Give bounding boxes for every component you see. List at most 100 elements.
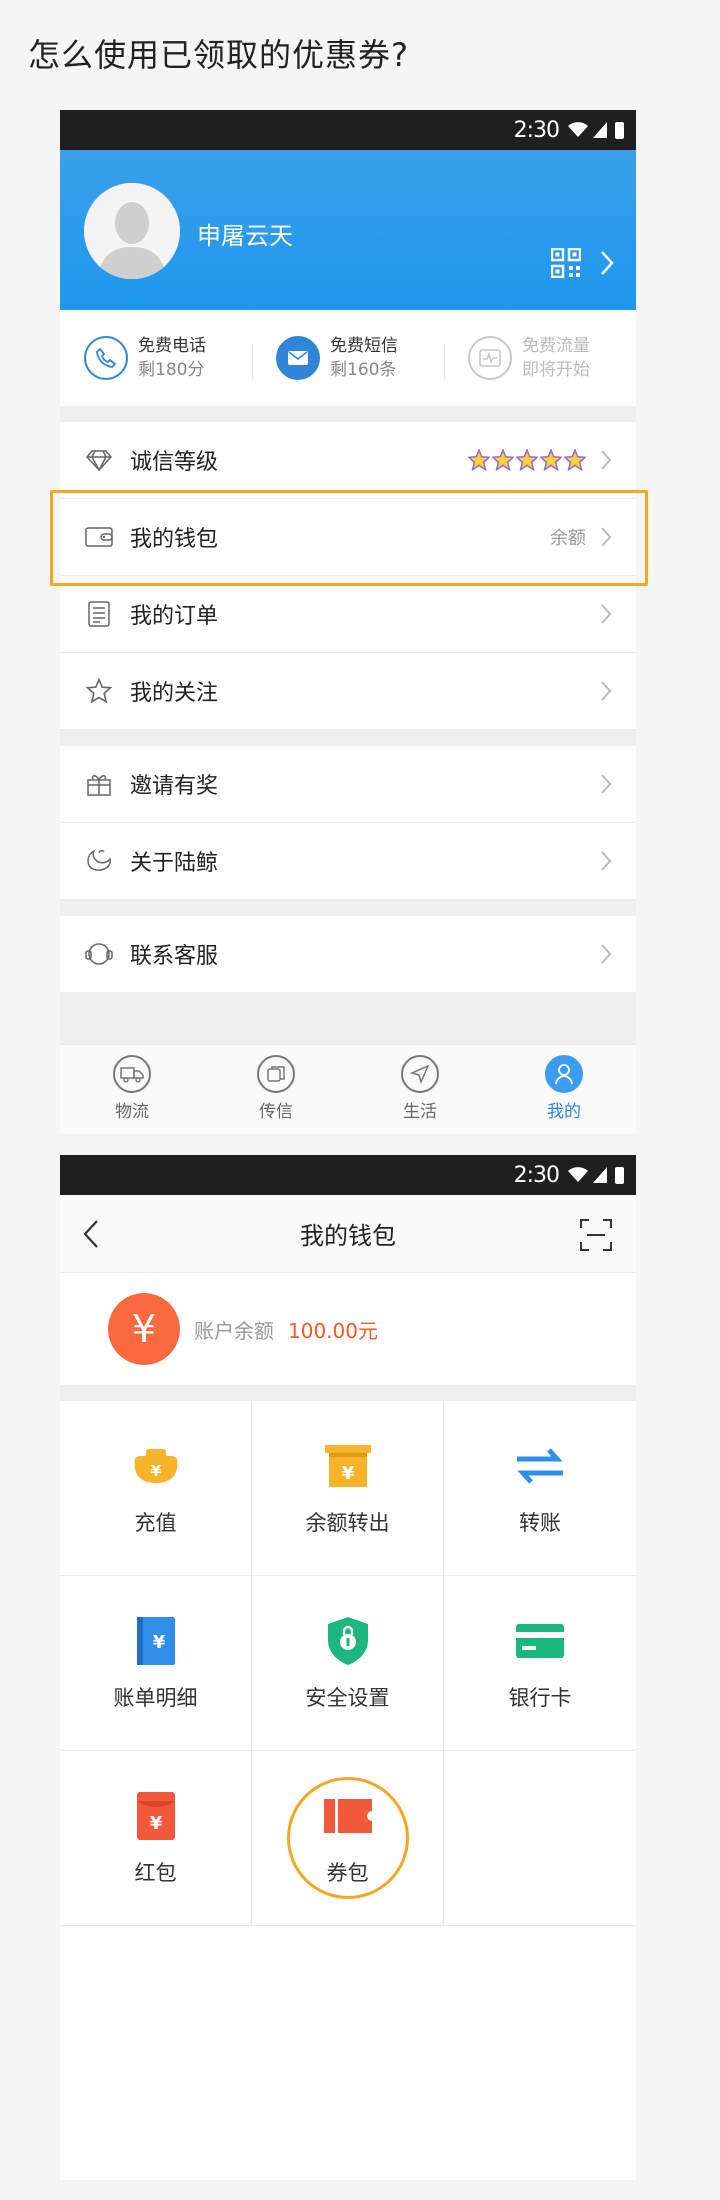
grid-item-label: 安全设置 (305, 1686, 390, 1710)
stat-title: 免费短信 (330, 336, 398, 356)
menu-credit-level[interactable]: 诚信等级 (60, 422, 636, 499)
star-icon (564, 449, 586, 471)
svg-text:¥: ¥ (149, 1813, 162, 1834)
stat-title: 免费流量 (522, 336, 590, 356)
grid-empty-cell (444, 1751, 636, 1926)
avatar[interactable] (84, 183, 180, 279)
chevron-right-icon (601, 944, 612, 964)
chevron-right-icon (601, 251, 614, 275)
chevron-right-icon (601, 774, 612, 794)
qr-code-icon[interactable] (551, 248, 581, 278)
whale-icon (84, 846, 114, 876)
profile-header[interactable]: 申屠云天 (60, 150, 636, 310)
menu-my-follow[interactable]: 我的关注 (60, 653, 636, 730)
grid-item-coupon[interactable]: 券包 (252, 1751, 444, 1926)
star-icon (468, 449, 490, 471)
menu-invite[interactable]: 邀请有奖 (60, 746, 636, 823)
menu-label: 我的钱包 (130, 527, 219, 552)
tab-label: 传信 (259, 1102, 293, 1122)
grid-item-bill[interactable]: ¥ 账单明细 (60, 1576, 252, 1751)
compass-icon (401, 1055, 439, 1093)
status-bar: 2:30 (60, 1155, 636, 1195)
back-arrow-icon[interactable] (82, 1219, 100, 1249)
bottom-tab-bar: 物流 传信 生活 我的 (60, 1044, 636, 1134)
chat-icon (257, 1055, 295, 1093)
menu-label: 联系客服 (130, 944, 219, 969)
status-icons (567, 121, 624, 139)
chevron-right-icon (601, 527, 612, 547)
grid-item-bank-card[interactable]: 银行卡 (444, 1576, 636, 1751)
menu-label: 关于陆鲸 (130, 851, 219, 876)
wifi-icon (568, 122, 588, 137)
coupon-icon (323, 1799, 372, 1833)
grid-item-label: 账单明细 (113, 1686, 198, 1710)
status-icons (567, 1166, 624, 1184)
signal-icon (593, 1167, 607, 1183)
shield-lock-icon (327, 1617, 368, 1665)
menu-label: 邀请有奖 (130, 774, 219, 799)
wifi-icon (568, 1167, 588, 1182)
message-icon (276, 336, 320, 380)
grid-item-transfer[interactable]: 转账 (444, 1401, 636, 1576)
chevron-right-icon (601, 450, 612, 470)
question-title: 怎么使用已领取的优惠券? (28, 36, 409, 74)
star-icon (540, 449, 562, 471)
wallet-function-grid: ¥ 充值 ¥ 余额转出 转账 ¥ 账单明细 安全设置 银行卡 ¥ 红包 券包 (60, 1401, 636, 1926)
avatar-person-icon (84, 183, 180, 279)
tab-label: 物流 (115, 1102, 149, 1122)
status-time: 2:30 (513, 117, 560, 143)
tab-life[interactable]: 生活 (348, 1045, 492, 1134)
scan-icon[interactable] (580, 1219, 612, 1251)
tab-messages[interactable]: 传信 (204, 1045, 348, 1134)
tab-logistics[interactable]: 物流 (60, 1045, 204, 1134)
credit-stars (468, 449, 586, 471)
grid-item-label: 转账 (519, 1511, 561, 1535)
menu-about[interactable]: 关于陆鲸 (60, 823, 636, 900)
red-packet-icon: ¥ (136, 1792, 175, 1840)
yuan-icon: ¥ (108, 1293, 180, 1365)
page: 怎么使用已领取的优惠券? 2:30 申屠云天 免费电话 剩180分 免费短信 剩… (0, 0, 720, 2200)
battery-icon (615, 1166, 624, 1184)
section-gap (60, 730, 636, 746)
menu-label: 诚信等级 (130, 450, 219, 475)
grid-item-security[interactable]: 安全设置 (252, 1576, 444, 1751)
section-gap (60, 1385, 636, 1401)
grid-item-withdraw[interactable]: ¥ 余额转出 (252, 1401, 444, 1576)
menu-customer-service[interactable]: 联系客服 (60, 916, 636, 993)
profile-screen: 2:30 申屠云天 免费电话 剩180分 免费短信 剩160条 免费流量 即将开… (60, 110, 636, 1134)
star-icon (492, 449, 514, 471)
grid-item-label: 余额转出 (305, 1511, 390, 1535)
stat-free-sms[interactable]: 免费短信 剩160条 (252, 334, 444, 382)
menu-label: 我的关注 (130, 681, 219, 706)
diamond-icon (84, 445, 114, 475)
tab-label: 生活 (403, 1102, 437, 1122)
menu-my-orders[interactable]: 我的订单 (60, 576, 636, 653)
username: 申屠云天 (197, 222, 293, 250)
svg-text:¥: ¥ (150, 1462, 161, 1480)
balance-label: 账户余额 (194, 1318, 274, 1343)
phone-icon (84, 336, 128, 380)
menu-my-wallet[interactable]: 我的钱包 余额 (60, 499, 636, 576)
gift-icon (84, 769, 114, 799)
chevron-right-icon (601, 604, 612, 624)
battery-icon (615, 121, 624, 139)
section-gap (60, 900, 636, 916)
tab-label: 我的 (547, 1102, 581, 1122)
grid-item-label: 红包 (134, 1861, 177, 1885)
tab-mine[interactable]: 我的 (492, 1045, 636, 1134)
stat-free-call[interactable]: 免费电话 剩180分 (60, 334, 252, 382)
stat-free-traffic[interactable]: 免费流量 即将开始 (444, 334, 636, 382)
stat-sub: 剩180分 (138, 360, 205, 380)
grid-item-label: 银行卡 (508, 1686, 572, 1710)
grid-item-label: 充值 (134, 1511, 177, 1535)
account-balance[interactable]: ¥ 账户余额 100.00元 (60, 1273, 636, 1385)
status-bar: 2:30 (60, 110, 636, 150)
wallet-balance-hint: 余额 (550, 528, 586, 549)
headset-icon (84, 939, 114, 969)
grid-item-recharge[interactable]: ¥ 充值 (60, 1401, 252, 1576)
grid-item-label: 券包 (326, 1861, 369, 1885)
menu-label: 我的订单 (130, 604, 219, 629)
grid-item-red-packet[interactable]: ¥ 红包 (60, 1751, 252, 1926)
signal-icon (593, 122, 607, 138)
page-title: 我的钱包 (300, 1222, 396, 1250)
